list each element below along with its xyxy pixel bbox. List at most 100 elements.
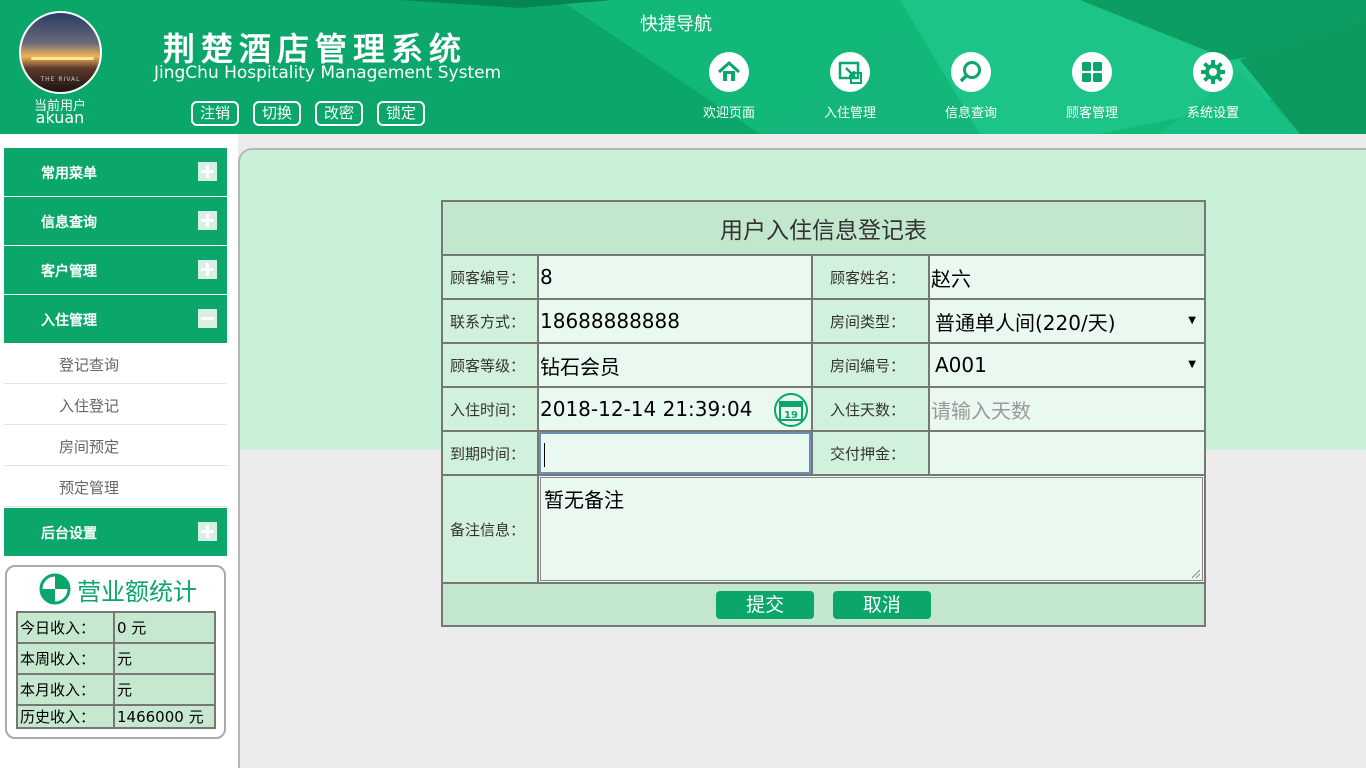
collapse-icon[interactable] <box>198 309 217 328</box>
stat-value: 1466000 元 <box>113 704 216 729</box>
room-no-select[interactable]: A001 ▼ <box>928 342 1206 388</box>
stat-label: 今日收入： <box>16 611 115 644</box>
days-label: 入住天数： <box>811 386 930 432</box>
days-input[interactable]: 请输入天数 <box>928 386 1206 432</box>
content-divider <box>238 450 240 768</box>
stat-value: 0 元 <box>113 611 216 644</box>
search-icon <box>951 52 991 92</box>
switch-user-button[interactable]: 切换 <box>253 101 302 126</box>
submenu-checkin-registration[interactable]: 入住登记 <box>4 384 227 425</box>
quick-nav-title: 快捷导航 <box>640 14 712 35</box>
submenu-room-reservation[interactable]: 房间预定 <box>4 425 227 466</box>
expand-icon[interactable] <box>198 162 217 181</box>
revenue-stats-table: 今日收入： 0 元 本周收入：元 本月收入：元 历史收入： 1466000 元 <box>16 611 216 729</box>
nav-settings[interactable]: 系统设置 <box>1168 52 1258 121</box>
stat-label: 历史收入： <box>16 704 115 729</box>
table-row: 历史收入： 1466000 元 <box>16 704 216 729</box>
room-no-value: A001 <box>935 353 987 377</box>
menu-group-label: 后台设置 <box>41 526 97 542</box>
chart-icon <box>39 573 71 605</box>
nav-customer[interactable]: 顾客管理 <box>1047 52 1137 121</box>
submit-button[interactable]: 提交 <box>716 590 815 619</box>
avatar-caption: THE RIVAL <box>40 76 81 83</box>
expire-time-input[interactable] <box>537 430 813 476</box>
menu-group-label: 入住管理 <box>41 313 97 329</box>
customer-name-label: 顾客姓名： <box>811 254 930 300</box>
lock-button[interactable]: 锁定 <box>377 101 426 126</box>
checkin-time-label: 入住时间： <box>441 386 539 432</box>
customer-name-value: 赵六 <box>931 266 971 291</box>
room-type-value: 普通单人间(220/天) <box>935 310 1116 335</box>
menu-group-common[interactable]: 常用菜单 <box>4 148 227 196</box>
calendar-icon[interactable]: 19 <box>774 393 808 427</box>
customer-name-field[interactable]: 赵六 <box>928 254 1206 300</box>
room-type-select[interactable]: 普通单人间(220/天) ▼ <box>928 298 1206 344</box>
expand-icon[interactable] <box>198 522 217 541</box>
menu-group-label: 客户管理 <box>41 264 97 280</box>
nav-checkin-label: 入住管理 <box>823 106 876 121</box>
cancel-button[interactable]: 取消 <box>832 590 931 619</box>
dropdown-arrow-icon: ▼ <box>1188 315 1196 326</box>
stat-value: 元 <box>113 642 216 675</box>
current-user-name: akuan <box>35 108 85 127</box>
calendar-day: 19 <box>784 410 798 421</box>
phone-value: 18688888888 <box>540 309 680 333</box>
nav-info-query-label: 信息查询 <box>944 106 997 121</box>
remark-textarea[interactable]: 暂无备注 <box>540 477 1203 581</box>
expand-icon[interactable] <box>198 260 217 279</box>
resize-grip-icon[interactable] <box>1190 568 1200 578</box>
gear-icon <box>1193 52 1233 92</box>
level-label: 顾客等级： <box>441 342 539 388</box>
customer-id-value: 8 <box>540 265 553 289</box>
user-avatar: THE RIVAL <box>19 11 102 94</box>
stat-label: 本周收入： <box>16 642 115 675</box>
table-row: 今日收入： 0 元 <box>16 611 216 644</box>
submenu-label: 入住登记 <box>59 397 120 415</box>
system-subtitle: JingChu Hospitality Management System <box>154 63 502 83</box>
phone-field[interactable]: 18688888888 <box>537 298 813 344</box>
nav-welcome[interactable]: 欢迎页面 <box>684 52 774 121</box>
checkin-icon <box>830 52 870 92</box>
phone-label: 联系方式： <box>441 298 539 344</box>
room-type-label: 房间类型： <box>811 298 930 344</box>
nav-checkin[interactable]: 入住管理 <box>805 52 895 121</box>
remark-value: 暂无备注 <box>544 488 624 512</box>
submenu-reservation-management[interactable]: 预定管理 <box>4 466 227 507</box>
submenu-label: 房间预定 <box>59 438 120 456</box>
logout-button[interactable]: 注销 <box>191 101 240 126</box>
form-title: 用户入住信息登记表 <box>441 200 1206 256</box>
grid-icon <box>1072 52 1112 92</box>
customer-id-label: 顾客编号： <box>441 254 539 300</box>
checkin-time-field[interactable]: 2018-12-14 21:39:04 19 <box>537 386 813 432</box>
revenue-stats-title: 营业额统计 <box>39 571 197 607</box>
text-caret <box>544 443 545 467</box>
expand-icon[interactable] <box>198 211 217 230</box>
revenue-stats-title-text: 营业额统计 <box>77 577 197 606</box>
submenu-label: 登记查询 <box>59 356 120 374</box>
level-field[interactable]: 钻石会员 <box>537 342 813 388</box>
stat-value: 元 <box>113 673 216 706</box>
table-row: 本周收入：元 <box>16 642 216 675</box>
nav-welcome-label: 欢迎页面 <box>702 106 755 121</box>
menu-group-info-query[interactable]: 信息查询 <box>4 197 227 245</box>
form-actions: 提交 取消 <box>441 582 1206 627</box>
nav-settings-label: 系统设置 <box>1186 106 1239 121</box>
home-icon <box>709 52 749 92</box>
remark-cell: 暂无备注 <box>537 474 1206 584</box>
menu-group-label: 信息查询 <box>41 215 97 231</box>
table-row: 本月收入：元 <box>16 673 216 706</box>
nav-info-query[interactable]: 信息查询 <box>926 52 1016 121</box>
stat-label: 本月收入： <box>16 673 115 706</box>
days-placeholder: 请输入天数 <box>931 398 1031 423</box>
menu-group-checkin[interactable]: 入住管理 <box>4 295 227 343</box>
change-password-button[interactable]: 改密 <box>315 101 364 126</box>
expire-time-label: 到期时间： <box>441 430 539 476</box>
deposit-input[interactable] <box>928 430 1206 476</box>
customer-id-field[interactable]: 8 <box>537 254 813 300</box>
deposit-label: 交付押金： <box>811 430 930 476</box>
menu-group-label: 常用菜单 <box>41 166 97 182</box>
checkin-registration-form: 用户入住信息登记表 顾客编号： 8 顾客姓名： 赵六 联系方式： 1868888… <box>441 200 1206 627</box>
submenu-registration-query[interactable]: 登记查询 <box>4 343 227 384</box>
menu-group-backend-settings[interactable]: 后台设置 <box>4 508 227 556</box>
menu-group-customer[interactable]: 客户管理 <box>4 246 227 294</box>
